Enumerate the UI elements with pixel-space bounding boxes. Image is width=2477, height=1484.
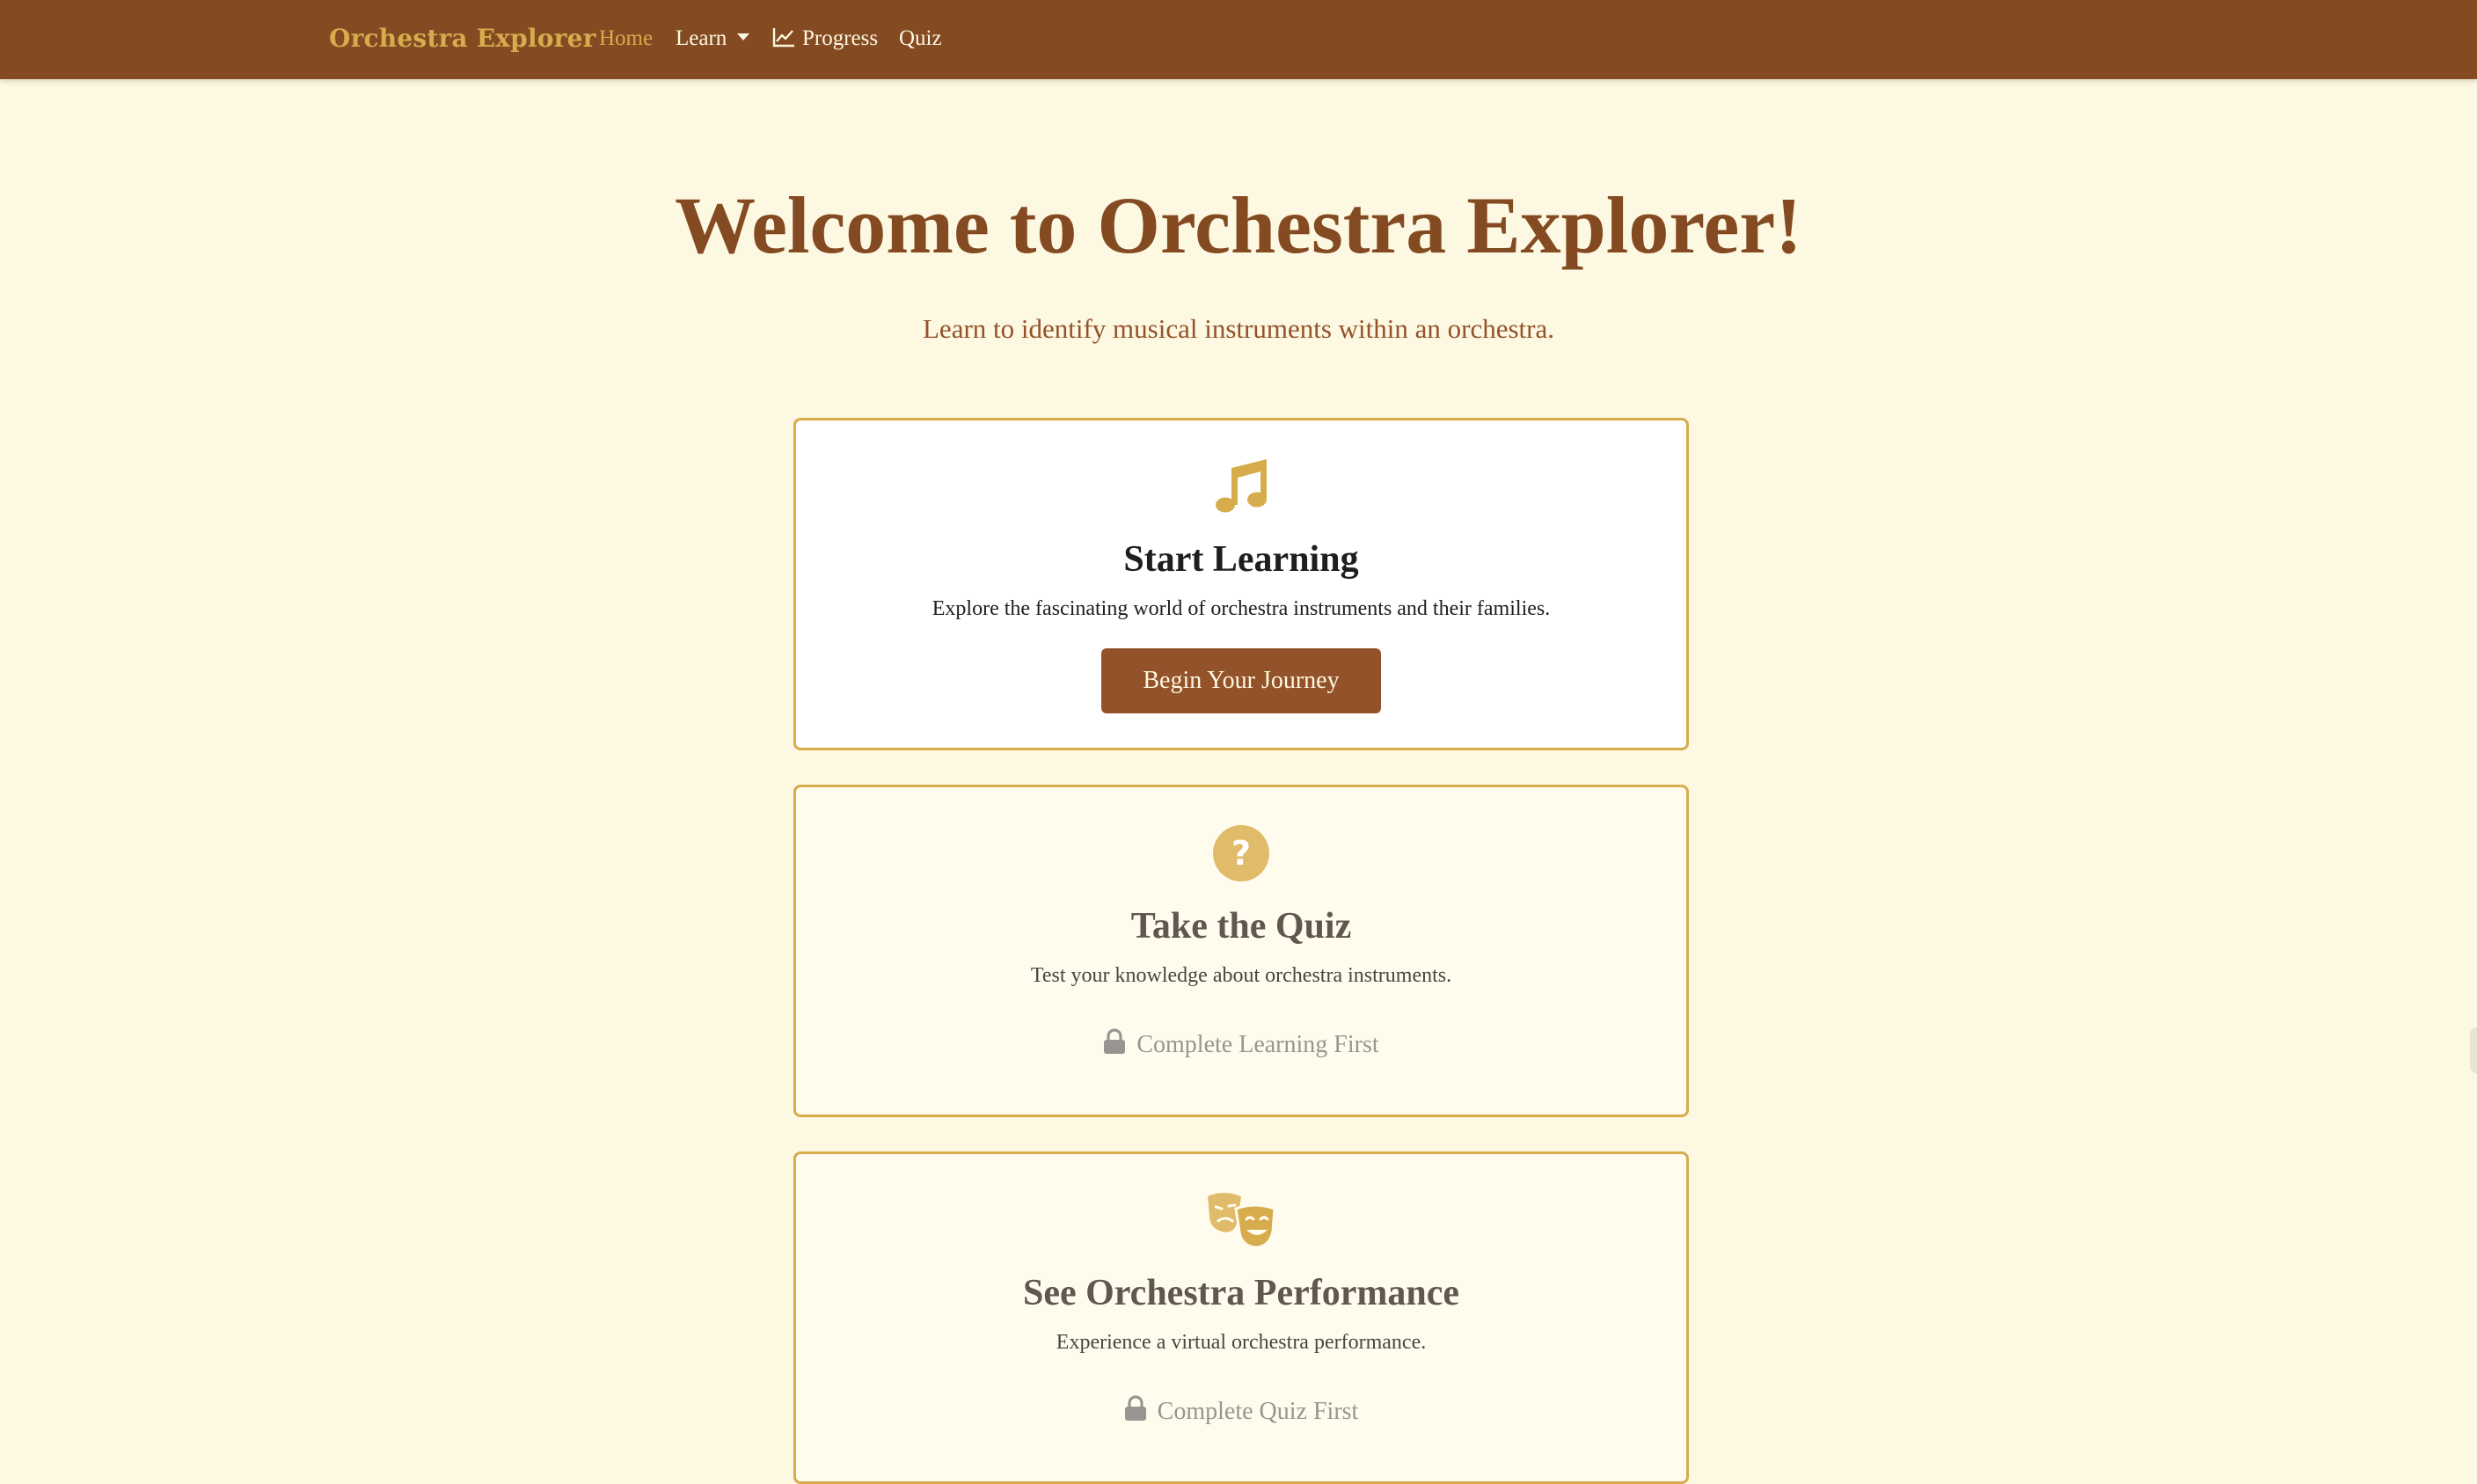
- question-circle-icon: ?: [1213, 825, 1269, 881]
- nav-progress-link[interactable]: Progress: [772, 21, 878, 56]
- card-text: Explore the fascinating world of orchest…: [932, 597, 1551, 620]
- page-title: Welcome to Orchestra Explorer!: [675, 180, 1802, 270]
- nav-progress-label: Progress: [802, 26, 879, 50]
- card-title: Take the Quiz: [1130, 906, 1352, 947]
- page-subtitle: Learn to identify musical instruments wi…: [923, 313, 1554, 344]
- music-note-icon: [1216, 459, 1267, 513]
- card-text: Test your knowledge about orchestra inst…: [1030, 964, 1452, 987]
- locked-label: Complete Quiz First: [1157, 1398, 1359, 1425]
- card-title: Start Learning: [1123, 539, 1359, 580]
- nav-learn-label: Learn: [676, 26, 727, 50]
- nav-learn-dropdown[interactable]: Learn: [676, 21, 750, 56]
- begin-journey-button[interactable]: Begin Your Journey: [1101, 648, 1381, 713]
- card-title: See Orchestra Performance: [1022, 1273, 1459, 1313]
- locked-status: Complete Quiz First: [796, 1393, 1686, 1431]
- locked-label: Complete Learning First: [1136, 1031, 1379, 1058]
- top-navbar: Orchestra Explorer Home Learn Progress Q…: [0, 0, 2477, 79]
- theater-masks-icon: [1208, 1193, 1276, 1249]
- caret-down-icon: [737, 33, 750, 40]
- orchestra-performance-card: See Orchestra Performance Experience a v…: [793, 1151, 1689, 1484]
- svg-text:?: ?: [1231, 834, 1251, 873]
- locked-status: Complete Learning First: [796, 1026, 1686, 1064]
- start-learning-card: Start Learning Explore the fascinating w…: [793, 418, 1689, 750]
- nav-home-link[interactable]: Home: [599, 21, 653, 56]
- card-text: Experience a virtual orchestra performan…: [1056, 1331, 1427, 1354]
- chart-line-icon: [772, 28, 794, 48]
- scroll-handle[interactable]: [2470, 1027, 2477, 1073]
- lock-icon: [1104, 1028, 1126, 1054]
- brand-logo-link[interactable]: Orchestra Explorer: [329, 19, 596, 58]
- take-quiz-card: ? Take the Quiz Test your knowledge abou…: [793, 785, 1689, 1117]
- lock-icon: [1124, 1395, 1146, 1421]
- nav-quiz-link[interactable]: Quiz: [899, 21, 942, 56]
